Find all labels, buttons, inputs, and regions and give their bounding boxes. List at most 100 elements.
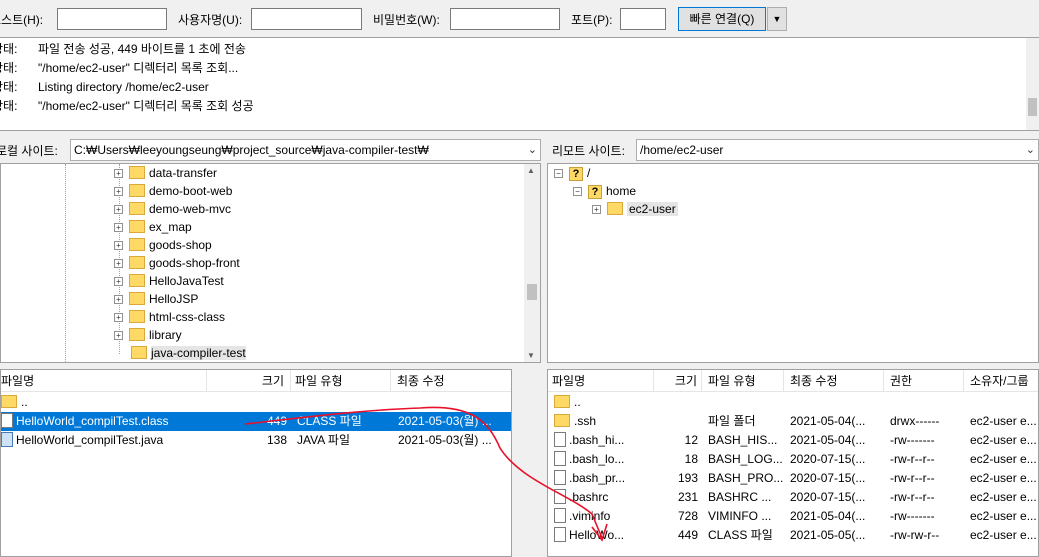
message-log: 상태:파일 전송 성공, 449 바이트를 1 초에 전송 상태:"/home/… <box>0 37 1039 131</box>
local-tree-item[interactable]: + HelloJavaTest <box>114 272 224 290</box>
local-list-header: 파일명 크기 파일 유형 최종 수정 <box>1 370 511 392</box>
file-icon <box>1 432 13 448</box>
local-tree-item[interactable]: + goods-shop <box>114 236 212 254</box>
file-icon <box>554 489 566 505</box>
remote-tree-ec2-user[interactable]: + ec2-user <box>592 200 678 218</box>
host-input[interactable] <box>57 8 167 30</box>
log-scroll-thumb[interactable] <box>1028 98 1037 116</box>
port-label: 포트(P): <box>571 13 613 27</box>
folder-icon <box>129 184 145 198</box>
file-row[interactable]: HelloWorld_compilTest.java 138 JAVA 파일 2021… <box>1 431 511 450</box>
folder-icon <box>129 256 145 270</box>
file-icon <box>554 470 566 486</box>
file-icon <box>554 508 566 524</box>
file-icon <box>554 432 566 448</box>
local-file-list[interactable]: 파일명 크기 파일 유형 최종 수정 .. HelloWorld_compilTe… <box>0 369 512 557</box>
expand-icon[interactable]: + <box>114 277 123 287</box>
folder-icon <box>129 202 145 216</box>
file-icon <box>1 413 13 429</box>
log-scrollbar[interactable] <box>1026 38 1039 130</box>
column-header-permissions[interactable]: 권한 <box>884 370 964 392</box>
local-tree-item[interactable]: + goods-shop-front <box>114 254 240 272</box>
log-line: 상태:파일 전송 성공, 449 바이트를 1 초에 전송 <box>0 42 246 56</box>
file-row[interactable]: .bash_pr... 193 BASH_PRO... 2020-07-15(... -… <box>548 469 1038 488</box>
file-row[interactable]: .viminfo 728 VIMINFO ... 2021-05-04(... -rw-… <box>548 507 1038 526</box>
column-header-name[interactable]: 파일명 <box>548 370 654 392</box>
expand-icon[interactable]: + <box>114 187 123 197</box>
local-tree-item[interactable]: + library <box>114 326 182 344</box>
column-header-size[interactable]: 크기 <box>207 370 291 392</box>
password-input[interactable] <box>450 8 560 30</box>
remote-tree-home[interactable]: −? home <box>573 182 636 200</box>
column-header-modified[interactable]: 최종 수정 <box>391 370 511 392</box>
expand-icon[interactable]: + <box>114 313 123 323</box>
file-row[interactable]: HelloWorld_compilTest.class 449 CLASS 파일 20… <box>1 412 511 431</box>
username-label: 사용자명(U): <box>178 13 243 27</box>
column-header-owner[interactable]: 소유자/그룹 <box>964 370 1038 392</box>
password-label: 비밀번호(W): <box>373 13 440 27</box>
column-header-name[interactable]: 파일명 <box>1 370 207 392</box>
folder-icon <box>129 166 145 180</box>
file-icon <box>554 527 566 543</box>
file-row[interactable]: .bash_lo... 18 BASH_LOG... 2020-07-15(... -r… <box>548 450 1038 469</box>
log-line: 상태:"/home/ec2-user" 디렉터리 목록 조회 성공 <box>0 99 254 113</box>
folder-icon <box>554 395 570 409</box>
folder-icon <box>131 346 147 360</box>
folder-icon <box>607 202 623 216</box>
file-row[interactable]: .ssh 파일 폴더 2021-05-04(... drwx------ ec2-use… <box>548 412 1038 431</box>
remote-site-label: 리모트 사이트: <box>552 144 625 158</box>
local-tree-item[interactable]: + demo-web-mvc <box>114 200 231 218</box>
host-label: 호스트(H): <box>0 13 44 27</box>
folder-icon <box>129 310 145 324</box>
expand-icon[interactable]: + <box>114 259 123 269</box>
expand-icon[interactable]: + <box>114 331 123 341</box>
local-path-input[interactable]: C:₩Users₩leeyoungseung₩project_source₩ja… <box>70 139 541 161</box>
local-directory-tree[interactable]: + data-transfer + demo-boot-web + demo-web-mv… <box>0 163 541 363</box>
local-tree-item[interactable]: java-compiler-test <box>114 344 246 362</box>
port-input[interactable] <box>620 8 666 30</box>
local-site-label: 로컬 사이트: <box>0 144 58 158</box>
column-header-type[interactable]: 파일 유형 <box>702 370 784 392</box>
parent-directory-row[interactable]: .. <box>548 393 1038 412</box>
column-header-size[interactable]: 크기 <box>654 370 702 392</box>
local-tree-item[interactable]: + HelloJSP <box>114 290 198 308</box>
chevron-down-icon[interactable]: ⌄ <box>1026 140 1035 160</box>
file-icon <box>554 451 566 467</box>
folder-icon <box>129 238 145 252</box>
username-input[interactable] <box>251 8 362 30</box>
folder-icon <box>129 328 145 342</box>
file-row[interactable]: HelloWo... 449 CLASS 파일 2021-05-05(... -rw-r… <box>548 526 1038 545</box>
local-tree-scroll-thumb[interactable] <box>527 284 537 300</box>
local-tree-item[interactable]: + html-css-class <box>114 308 225 326</box>
folder-icon <box>129 220 145 234</box>
expand-icon[interactable]: + <box>114 241 123 251</box>
local-tree-item[interactable]: + ex_map <box>114 218 192 236</box>
chevron-down-icon[interactable]: ⌄ <box>528 140 537 160</box>
expand-icon[interactable]: + <box>114 205 123 215</box>
remote-path-bar: 리모트 사이트: /home/ec2-user ⌄ <box>547 138 1039 162</box>
expand-icon[interactable]: + <box>114 169 123 179</box>
remote-tree-root[interactable]: −? / <box>554 164 590 182</box>
column-header-modified[interactable]: 최종 수정 <box>784 370 884 392</box>
local-tree-item[interactable]: + data-transfer <box>114 164 217 182</box>
column-header-type[interactable]: 파일 유형 <box>291 370 391 392</box>
file-row[interactable]: .bash_hi... 12 BASH_HIS... 2021-05-04(... -r… <box>548 431 1038 450</box>
remote-list-header: 파일명 크기 파일 유형 최종 수정 권한 소유자/그룹 <box>548 370 1038 392</box>
expand-icon[interactable]: + <box>114 223 123 233</box>
file-row[interactable]: .bashrc 231 BASHRC ... 2020-07-15(... -rw-r-… <box>548 488 1038 507</box>
parent-directory-row[interactable]: .. <box>1 393 511 412</box>
expand-icon[interactable]: + <box>114 295 123 305</box>
local-tree-scrollbar[interactable]: ▲ ▼ <box>524 164 540 362</box>
quickconnect-bar: 호스트(H): 사용자명(U): 비밀번호(W): 포트(P): 빠른 연결(Q… <box>0 0 1039 37</box>
log-line: 상태:Listing directory /home/ec2-user <box>0 80 209 94</box>
question-folder-icon: ? <box>569 166 583 181</box>
quickconnect-button[interactable]: 빠른 연결(Q) <box>678 7 766 31</box>
folder-icon <box>1 395 17 409</box>
local-tree-item[interactable]: + demo-boot-web <box>114 182 232 200</box>
quickconnect-dropdown-button[interactable]: ▼ <box>767 7 787 31</box>
local-path-bar: 로컬 사이트: C:₩Users₩leeyoungseung₩project_s… <box>0 138 541 162</box>
remote-file-list[interactable]: 파일명 크기 파일 유형 최종 수정 권한 소유자/그룹 .. .ssh 파일 폴더… <box>547 369 1039 557</box>
remote-directory-tree[interactable]: −? / −? home + ec2-user <box>547 163 1039 363</box>
remote-path-input[interactable]: /home/ec2-user ⌄ <box>636 139 1039 161</box>
folder-icon <box>554 414 570 428</box>
